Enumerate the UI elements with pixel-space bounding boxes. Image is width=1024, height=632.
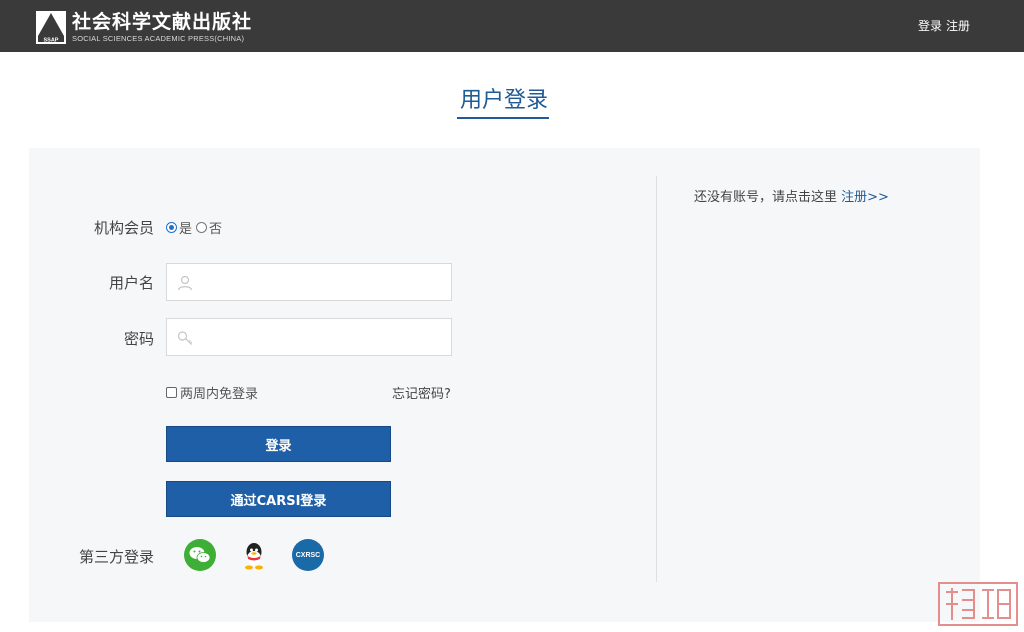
side-register-link[interactable]: 注册>>	[841, 190, 889, 205]
publisher-logo[interactable]: SSAP 社会科学文献出版社 SOCIAL SCIENCES ACADEMIC …	[36, 11, 252, 45]
panel-divider	[656, 176, 657, 582]
password-field[interactable]	[166, 318, 452, 356]
logo-english-name: SOCIAL SCIENCES ACADEMIC PRESS(CHINA)	[72, 34, 245, 43]
member-yes-radio[interactable]	[166, 222, 177, 233]
member-no-label: 否	[209, 222, 223, 237]
login-button[interactable]: 登录	[166, 426, 391, 462]
password-input[interactable]	[201, 319, 447, 355]
qq-icon[interactable]	[238, 539, 270, 571]
password-label: 密码	[123, 330, 154, 348]
remember-checkbox[interactable]	[166, 387, 177, 398]
register-prompt: 还没有账号，请点击这里 注册>>	[694, 186, 889, 205]
title-underline	[457, 117, 549, 119]
username-input[interactable]	[201, 264, 447, 300]
ssap-logo-icon: SSAP	[36, 11, 66, 44]
no-account-text: 还没有账号，请点击这里	[694, 190, 838, 205]
header-login-link[interactable]: 登录	[918, 17, 942, 34]
carsi-login-button[interactable]: 通过CARSI登录	[166, 481, 391, 517]
logo-mark-text: SSAP	[44, 38, 59, 44]
member-radio-group: 是 否	[166, 218, 222, 237]
page-title: 用户登录	[459, 88, 548, 113]
watermark-stamp	[938, 582, 1018, 626]
third-party-icons: CXRSC	[184, 539, 324, 571]
third-party-label: 第三方登录	[78, 548, 154, 566]
remember-me: 两周内免登录	[166, 383, 258, 402]
header-register-link[interactable]: 注册	[946, 17, 970, 34]
member-no-radio[interactable]	[196, 222, 208, 233]
header-links: 登录 注册	[918, 17, 970, 34]
key-icon	[177, 331, 193, 345]
remember-label[interactable]: 两周内免登录	[180, 383, 258, 402]
username-label: 用户名	[108, 274, 154, 292]
top-header: SSAP 社会科学文献出版社 SOCIAL SCIENCES ACADEMIC …	[0, 0, 1024, 52]
cxrsc-icon[interactable]: CXRSC	[292, 539, 324, 571]
member-label: 机构会员	[93, 219, 154, 237]
username-field[interactable]	[166, 263, 452, 301]
wechat-icon[interactable]	[184, 539, 216, 571]
forgot-password-link[interactable]: 忘记密码?	[392, 383, 451, 402]
user-icon	[177, 275, 193, 291]
logo-chinese-name: 社会科学文献出版社	[72, 11, 253, 33]
member-yes-label: 是	[179, 222, 193, 237]
